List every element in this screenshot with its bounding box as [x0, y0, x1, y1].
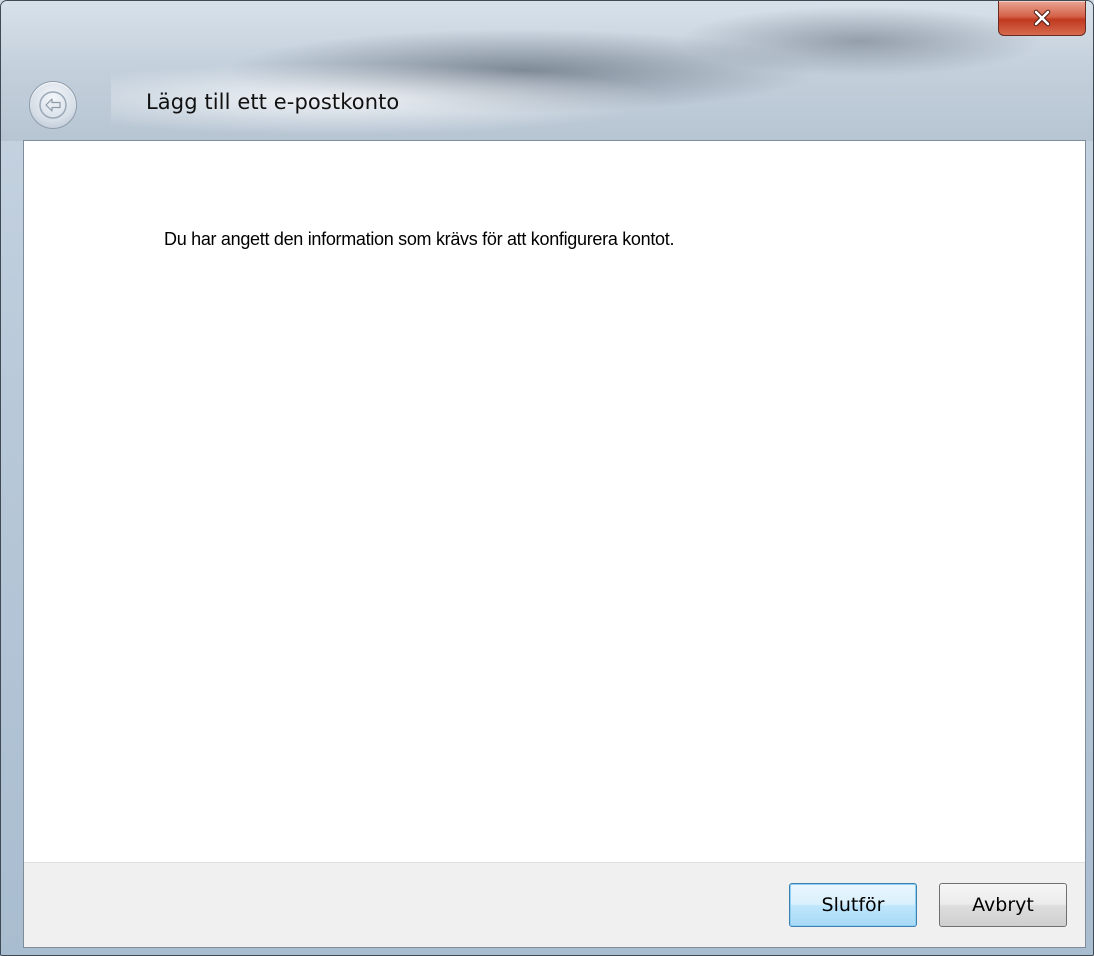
cancel-button[interactable]: Avbryt [939, 883, 1067, 927]
wizard-content: Du har angett den information som krävs … [23, 140, 1086, 948]
title-bar: Lägg till ett e-postkonto [1, 1, 1093, 141]
close-icon [1033, 9, 1051, 27]
finish-button[interactable]: Slutför [789, 883, 917, 927]
window-title: Lägg till ett e-postkonto [146, 90, 400, 114]
wizard-window: Lägg till ett e-postkonto Du har angett … [0, 0, 1094, 956]
close-button[interactable] [998, 1, 1086, 36]
wizard-footer: Slutför Avbryt [24, 862, 1085, 947]
back-button[interactable] [29, 81, 77, 129]
completion-message: Du har angett den information som krävs … [164, 229, 675, 249]
back-arrow-icon [39, 91, 67, 119]
